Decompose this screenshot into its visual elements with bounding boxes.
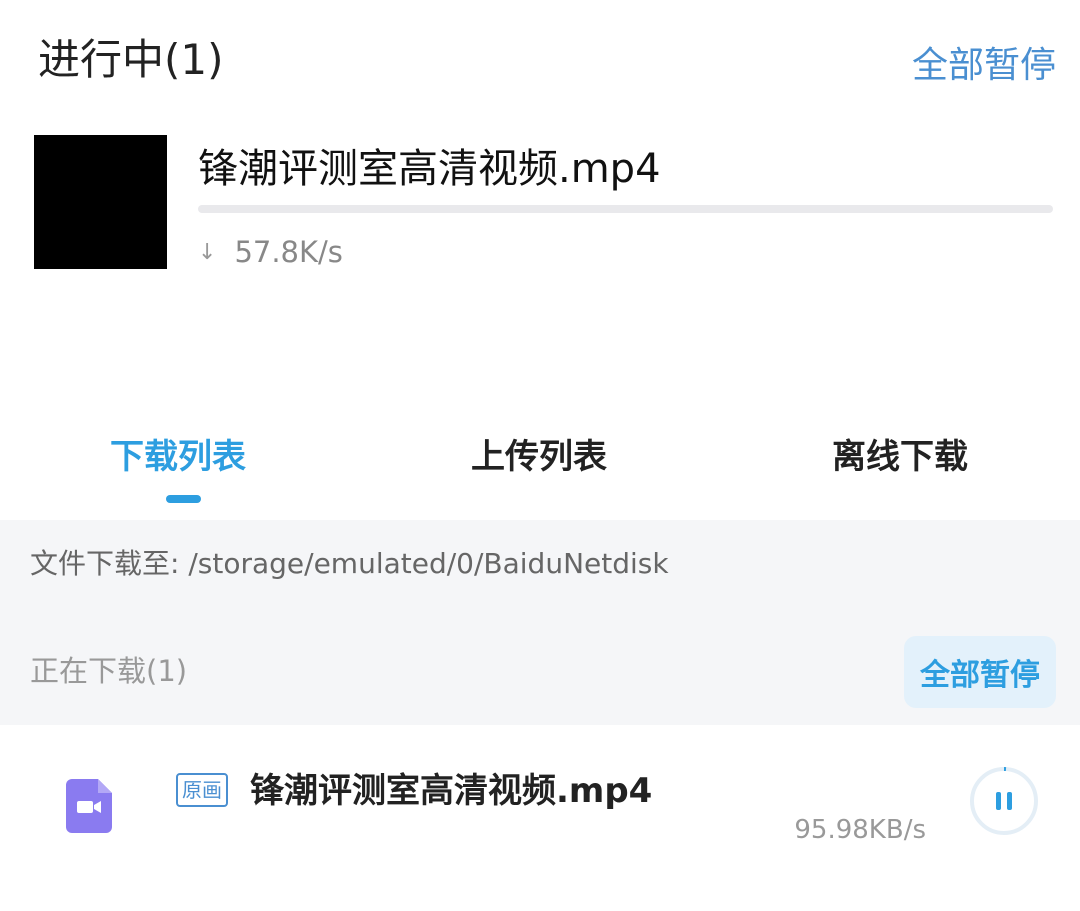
active-title: 进行中(1)	[38, 35, 224, 84]
quality-badge: 原画	[176, 773, 228, 807]
progress-bar	[198, 205, 1053, 213]
section-title: 正在下载(1)	[30, 654, 188, 688]
download-path: 文件下载至: /storage/emulated/0/BaiduNetdisk	[30, 547, 669, 580]
pause-all-button[interactable]: 全部暂停	[904, 636, 1056, 708]
tab-offline-download[interactable]: 离线下载	[832, 429, 968, 478]
pause-icon[interactable]	[968, 765, 1040, 837]
tab-download-list[interactable]: 下载列表	[110, 429, 246, 478]
active-transfer-panel: 进行中(1) 全部暂停 锋潮评测室高清视频.mp4 ↓ 57.8K/s	[0, 0, 1080, 405]
video-thumbnail	[34, 135, 167, 269]
download-arrow-icon: ↓	[198, 239, 217, 265]
download-speed: 95.98KB/s	[794, 815, 926, 845]
transfer-tabs: 下载列表 上传列表 离线下载	[0, 405, 1080, 520]
active-file-name: 锋潮评测室高清视频.mp4	[198, 146, 661, 192]
download-item[interactable]: 原画 锋潮评测室高清视频.mp4 95.98KB/s	[0, 725, 1080, 911]
download-file-name: 锋潮评测室高清视频.mp4	[250, 771, 653, 811]
tab-upload-list[interactable]: 上传列表	[471, 429, 607, 478]
downloading-section-header: 正在下载(1) 全部暂停	[0, 600, 1080, 725]
speed-row: ↓ 57.8K/s	[198, 235, 343, 269]
active-tab-indicator	[166, 495, 201, 503]
pause-all-link[interactable]: 全部暂停	[912, 36, 1056, 88]
active-speed: 57.8K/s	[234, 235, 343, 269]
download-path-bar: 文件下载至: /storage/emulated/0/BaiduNetdisk	[0, 520, 1080, 600]
video-file-icon	[66, 779, 112, 833]
